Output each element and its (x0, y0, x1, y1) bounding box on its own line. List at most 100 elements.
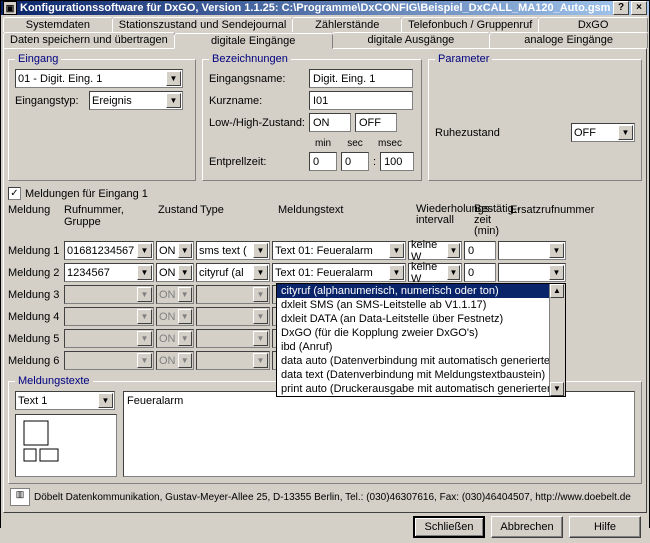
input-eingangsname[interactable] (309, 69, 413, 88)
legend-meldungstexte: Meldungstexte (15, 375, 93, 387)
combo-wiederholung[interactable]: keine W▼ (408, 241, 462, 260)
tab-digitale-eingaenge[interactable]: digitale Eingänge (174, 33, 333, 49)
dropdown-option[interactable]: DxGO (für die Kopplung zweier DxGO's) (277, 326, 565, 340)
checkbox-meldungen-eingang[interactable]: ✓ Meldungen für Eingang 1 (8, 187, 642, 200)
chevron-down-icon: ▼ (253, 353, 268, 368)
tab-telefonbuch[interactable]: Telefonbuch / Gruppenruf (401, 17, 539, 32)
app-icon: ▣ (3, 1, 17, 15)
combo-text-select[interactable]: Text 1▼ (15, 391, 115, 410)
label-entprellzeit: Entprellzeit: (209, 156, 305, 168)
group-eingang: Eingang 01 - Digit. Eing. 1▼ Eingangstyp… (8, 53, 196, 181)
help-button[interactable]: Hilfe (569, 516, 641, 538)
hdr-zustand: Zustand (158, 204, 198, 237)
combo-wiederholung[interactable]: keine W▼ (408, 263, 462, 282)
input-kurzname[interactable] (309, 91, 413, 110)
combo-eingangstyp[interactable]: Ereignis ▼ (89, 91, 183, 110)
dropdown-option[interactable]: dxleit DATA (an Data-Leitstelle über Fes… (277, 312, 565, 326)
chevron-down-icon: ▼ (137, 243, 152, 258)
legend-parameter: Parameter (435, 53, 492, 65)
chevron-down-icon: ▼ (137, 287, 152, 302)
tabs-row-1: Systemdaten Stationszustand und Sendejou… (3, 17, 647, 32)
hdr-meldung: Meldung (8, 204, 62, 237)
cancel-button[interactable]: Abbrechen (491, 516, 563, 538)
chevron-down-icon: ▼ (178, 243, 193, 258)
chevron-down-icon: ▼ (166, 93, 181, 108)
hdr-meldungstext: Meldungstext (278, 204, 414, 237)
combo-ruhezustand[interactable]: OFF▼ (571, 123, 635, 142)
combo-eingangstyp-value: Ereignis (92, 95, 132, 107)
text-preview-box (15, 414, 117, 477)
scrollbar[interactable]: ▲▼ (549, 284, 565, 396)
button-bar: Schließen Abbrechen Hilfe (3, 513, 647, 541)
tab-analoge-eingaenge[interactable]: analoge Eingänge (489, 32, 648, 48)
dropdown-option[interactable]: data auto (Datenverbindung mit automatis… (277, 354, 565, 368)
meldung-label: Meldung 3 (8, 289, 62, 301)
titlebar[interactable]: ▣ Konfigurationssoftware für DxGO, Versi… (1, 1, 649, 15)
close-button[interactable]: Schließen (413, 516, 485, 538)
meldung-header: Meldung Rufnummer, Gruppe Zustand Type M… (8, 202, 642, 239)
combo-eingang-value: 01 - Digit. Eing. 1 (18, 73, 102, 85)
combo-rufnummer[interactable]: 1234567▼ (64, 263, 154, 282)
input-entprell-min[interactable] (309, 152, 337, 171)
scroll-down-icon[interactable]: ▼ (550, 382, 564, 396)
combo-ersatzruf[interactable]: ▼ (498, 241, 566, 260)
combo-rufnummer: ▼ (64, 307, 154, 326)
label-ruhezustand: Ruhezustand (435, 127, 567, 139)
combo-meldungstext[interactable]: Text 01: Feueralarm▼ (272, 263, 406, 282)
input-entprell-msec[interactable] (380, 152, 414, 171)
combo-zustand: ON▼ (156, 329, 194, 348)
chevron-down-icon: ▼ (166, 71, 181, 86)
chevron-down-icon: ▼ (178, 287, 193, 302)
input-bestaetigzeit[interactable] (464, 241, 496, 260)
combo-zustand[interactable]: ON▼ (156, 263, 194, 282)
tabs-row-2: Daten speichern und übertragen digitale … (3, 32, 647, 48)
legend-eingang: Eingang (15, 53, 61, 65)
meldung-row: Meldung 101681234567▼ON▼sms text (▼Text … (8, 241, 642, 260)
input-entprell-sec[interactable] (341, 152, 369, 171)
close-button-titlebar[interactable]: × (631, 1, 647, 15)
hdr-ersatz: Ersatzrufnummer (510, 204, 580, 237)
combo-ersatzruf[interactable]: ▼ (498, 263, 566, 282)
input-low[interactable] (309, 113, 351, 132)
chevron-down-icon: ▼ (447, 265, 460, 280)
combo-zustand[interactable]: ON▼ (156, 241, 194, 260)
input-high[interactable] (355, 113, 397, 132)
chevron-down-icon: ▼ (137, 353, 152, 368)
chevron-down-icon: ▼ (178, 309, 193, 324)
tab-systemdaten[interactable]: Systemdaten (3, 17, 113, 32)
tab-digitale-ausgaenge[interactable]: digitale Ausgänge (332, 32, 491, 48)
textarea-meldungstext[interactable] (123, 391, 635, 477)
tab-dxgo[interactable]: DxGO (538, 17, 648, 32)
combo-meldungstext[interactable]: Text 01: Feueralarm▼ (272, 241, 406, 260)
label-lowhigh: Low-/High-Zustand: (209, 117, 305, 129)
chevron-down-icon: ▼ (98, 393, 113, 408)
scroll-up-icon[interactable]: ▲ (550, 284, 564, 298)
dropdown-option[interactable]: ibd (Anruf) (277, 340, 565, 354)
tab-stationszustand[interactable]: Stationszustand und Sendejournal (112, 17, 294, 32)
combo-rufnummer[interactable]: 01681234567▼ (64, 241, 154, 260)
label-msec: msec (373, 138, 407, 149)
combo-type[interactable]: sms text (▼ (196, 241, 270, 260)
chevron-down-icon: ▼ (549, 243, 564, 258)
combo-type: ▼ (196, 351, 270, 370)
combo-eingang-select[interactable]: 01 - Digit. Eing. 1 ▼ (15, 69, 183, 88)
tab-content: Eingang 01 - Digit. Eing. 1▼ Eingangstyp… (3, 48, 647, 513)
chevron-down-icon: ▼ (549, 265, 564, 280)
footer-text: Döbelt Datenkommunikation, Gustav-Meyer-… (34, 492, 640, 503)
label-kurzname: Kurzname: (209, 95, 305, 107)
type-dropdown-list[interactable]: cityruf (alphanumerisch, numerisch oder … (276, 283, 566, 397)
hdr-wiederholung-2: intervall (416, 215, 472, 226)
tab-daten-speichern[interactable]: Daten speichern und übertragen (3, 32, 175, 48)
help-button-titlebar[interactable]: ? (613, 1, 629, 15)
input-bestaetigzeit[interactable] (464, 263, 496, 282)
dropdown-option[interactable]: print auto (Druckerausgabe mit automatis… (277, 382, 565, 396)
dropdown-option[interactable]: data text (Datenverbindung mit Meldungst… (277, 368, 565, 382)
chevron-down-icon: ▼ (389, 243, 404, 258)
dropdown-option[interactable]: cityruf (alphanumerisch, numerisch oder … (277, 284, 565, 298)
chevron-down-icon: ▼ (253, 309, 268, 324)
checkbox-label: Meldungen für Eingang 1 (25, 188, 148, 200)
dropdown-option[interactable]: dxleit SMS (an SMS-Leitstelle ab V1.1.17… (277, 298, 565, 312)
tab-zaehlerstaende[interactable]: Zählerstände (292, 17, 402, 32)
chevron-down-icon: ▼ (447, 243, 460, 258)
combo-type[interactable]: cityruf (al▼ (196, 263, 270, 282)
